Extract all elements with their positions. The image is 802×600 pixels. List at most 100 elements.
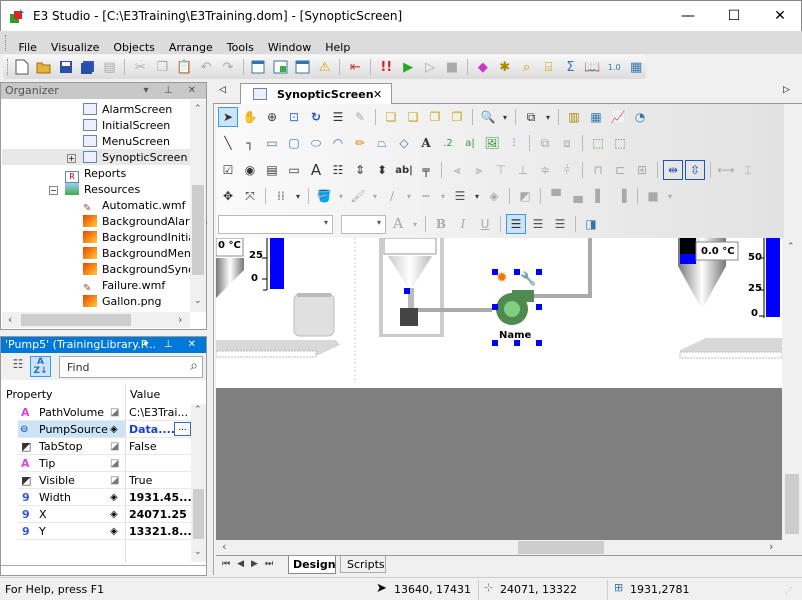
properties-window-icon[interactable]: ▦: [626, 57, 646, 78]
dropdown-arrow-icon[interactable]: ▾: [370, 186, 380, 206]
tree-item-backgroundinitial[interactable]: BackgroundInitialS: [83, 230, 205, 246]
zoom-dropdown-icon[interactable]: 🔍: [478, 107, 498, 127]
center-vertical-icon[interactable]: ⇳: [685, 160, 705, 180]
property-row-visible[interactable]: ◩ Visible ◪ True: [18, 472, 193, 489]
setpoint-icon[interactable]: a|: [460, 133, 480, 153]
scroll-up-icon[interactable]: ⌃: [194, 405, 202, 415]
new-object-icon[interactable]: ✱: [495, 57, 515, 78]
alarm-display-icon[interactable]: ▥: [564, 107, 584, 127]
tab-design[interactable]: Design: [288, 556, 336, 574]
rounded-rect-icon[interactable]: ▢: [284, 133, 304, 153]
freeform-icon[interactable]: ◇: [394, 133, 414, 153]
tree-item-backgroundsynop[interactable]: BackgroundSynop: [83, 262, 202, 278]
verify-icon[interactable]: ⚠: [315, 57, 335, 78]
dropdown-arrow-icon[interactable]: ▾: [410, 214, 420, 234]
dropdown-arrow-icon[interactable]: ▾: [500, 107, 510, 127]
send-backward-icon[interactable]: ❐: [447, 107, 467, 127]
tree-item-initialscreen[interactable]: InitialScreen: [83, 118, 170, 134]
property-row-y[interactable]: 9 Y ◈ 13321.8...: [18, 523, 193, 540]
panel-controls[interactable]: ▾ ⊥ ✕: [144, 83, 202, 99]
panel-controls[interactable]: ▾ ⊥ ✕: [144, 337, 202, 353]
organizer-hscroll[interactable]: ‹ ›: [2, 312, 190, 328]
space-horizontal-icon[interactable]: ⟷: [716, 160, 736, 180]
run-icon[interactable]: ▶: [398, 57, 418, 78]
tree-item-reports[interactable]: R Reports: [65, 166, 126, 183]
shadow-color-icon[interactable]: ■: [643, 186, 663, 206]
canvas-hscroll[interactable]: ‹ ›: [216, 540, 782, 555]
selection-handle-e[interactable]: [536, 304, 542, 310]
brush-color-icon[interactable]: 🖌: [348, 186, 368, 206]
connector-icon[interactable]: ⬚: [588, 133, 608, 153]
list-icon[interactable]: ☰: [328, 107, 348, 127]
same-size-icon[interactable]: ⊞: [632, 160, 652, 180]
folder-find-icon[interactable]: ⌸: [539, 57, 559, 78]
screen-preview-icon[interactable]: ◨: [581, 214, 601, 234]
search-binocular-icon[interactable]: ⌕: [517, 57, 537, 78]
align-text-left-icon[interactable]: ☰: [506, 214, 526, 234]
column-header-property[interactable]: Property: [6, 388, 53, 401]
line-width-icon[interactable]: ☰: [450, 186, 470, 206]
line-icon[interactable]: ╲: [218, 133, 238, 153]
tree-item-gallon-png[interactable]: Gallon.png: [83, 294, 162, 310]
selection-handle-sw[interactable]: [492, 340, 498, 346]
dropdown-arrow-icon[interactable]: ▾: [472, 186, 482, 206]
align-text-right-icon[interactable]: ☰: [550, 214, 570, 234]
chart-icon[interactable]: 📈: [608, 107, 628, 127]
tab-close-icon[interactable]: ✕: [373, 88, 382, 101]
dropdown-arrow-icon[interactable]: ▾: [438, 186, 448, 206]
search-icon[interactable]: ⌕: [190, 358, 198, 374]
tab-scripts[interactable]: Scripts: [340, 556, 386, 573]
resize-icon[interactable]: ⤧: [240, 186, 260, 206]
dropdown-arrow-icon[interactable]: ▾: [543, 107, 553, 127]
selection-handle-ne[interactable]: [536, 269, 542, 275]
minimize-button[interactable]: —: [665, 1, 711, 31]
space-vertical-icon[interactable]: ⌶: [738, 160, 758, 180]
dropdown-arrow-icon[interactable]: ▾: [404, 186, 414, 206]
bold-icon[interactable]: B: [431, 214, 451, 234]
library-icon[interactable]: ▤: [100, 57, 120, 78]
tree-item-resources[interactable]: − Resources: [49, 182, 140, 198]
label-icon[interactable]: A: [306, 160, 326, 180]
properties-vscroll[interactable]: ⌃ ⌄: [191, 404, 206, 562]
cut-icon[interactable]: ✂: [130, 57, 150, 78]
categorized-icon[interactable]: ☷: [8, 357, 28, 377]
property-row-tabstop[interactable]: ◩ TabStop ◪ False: [18, 438, 193, 455]
property-row-tip[interactable]: A Tip ◪: [18, 455, 193, 472]
tree-item-menuscreen[interactable]: MenuScreen: [83, 134, 170, 150]
maximize-button[interactable]: ☐: [711, 1, 757, 31]
font-color-icon[interactable]: A: [388, 214, 408, 234]
import-icon[interactable]: ⇤: [345, 57, 365, 78]
resize-grip-icon[interactable]: ⋰: [785, 586, 793, 595]
effects-icon[interactable]: ◈: [484, 186, 504, 206]
ellipse-icon[interactable]: ⬭: [306, 133, 326, 153]
paste-icon[interactable]: 📋: [174, 57, 194, 78]
sum-icon[interactable]: Σ: [561, 57, 581, 78]
polyline-icon[interactable]: ┐: [240, 133, 260, 153]
spin-icon[interactable]: ⇕: [350, 160, 370, 180]
bring-forward-icon[interactable]: ❐: [425, 107, 445, 127]
selection-handle-w[interactable]: [492, 304, 498, 310]
scroll-up-icon[interactable]: ⌃: [194, 104, 202, 114]
new-window-icon[interactable]: [293, 57, 313, 78]
new-frame-icon[interactable]: [271, 57, 291, 78]
run-viewer-icon[interactable]: ▷: [420, 57, 440, 78]
copy-icon[interactable]: ❐: [152, 57, 172, 78]
tab-synopticscreen[interactable]: SynopticScreen ✕: [240, 83, 392, 105]
scroll-thumb[interactable]: [785, 474, 799, 534]
collapse-icon[interactable]: −: [49, 186, 58, 195]
pump-symbol[interactable]: [496, 290, 534, 325]
align-right-icon[interactable]: ⫸: [469, 160, 489, 180]
tree-item-synopticscreen[interactable]: + SynopticScreen: [67, 150, 187, 166]
rectangle-icon[interactable]: ▭: [262, 133, 282, 153]
gradient-icon[interactable]: ◩: [515, 186, 535, 206]
center-horizontal-icon[interactable]: ⇹: [663, 160, 683, 180]
text-icon[interactable]: A: [416, 133, 436, 153]
listbox-icon[interactable]: ▤: [262, 160, 282, 180]
stop-viewer-icon[interactable]: ■: [442, 57, 462, 78]
ungroup-objects-icon[interactable]: ⧈: [557, 133, 577, 153]
italic-icon[interactable]: I: [453, 214, 473, 234]
save-all-icon[interactable]: [78, 57, 98, 78]
canvas-vscroll[interactable]: ⌃: [782, 238, 801, 540]
property-row-pumpsource[interactable]: ⊖ PumpSource ◈ Data.... ...: [18, 421, 193, 438]
zoom-icon[interactable]: ⊕: [262, 107, 282, 127]
